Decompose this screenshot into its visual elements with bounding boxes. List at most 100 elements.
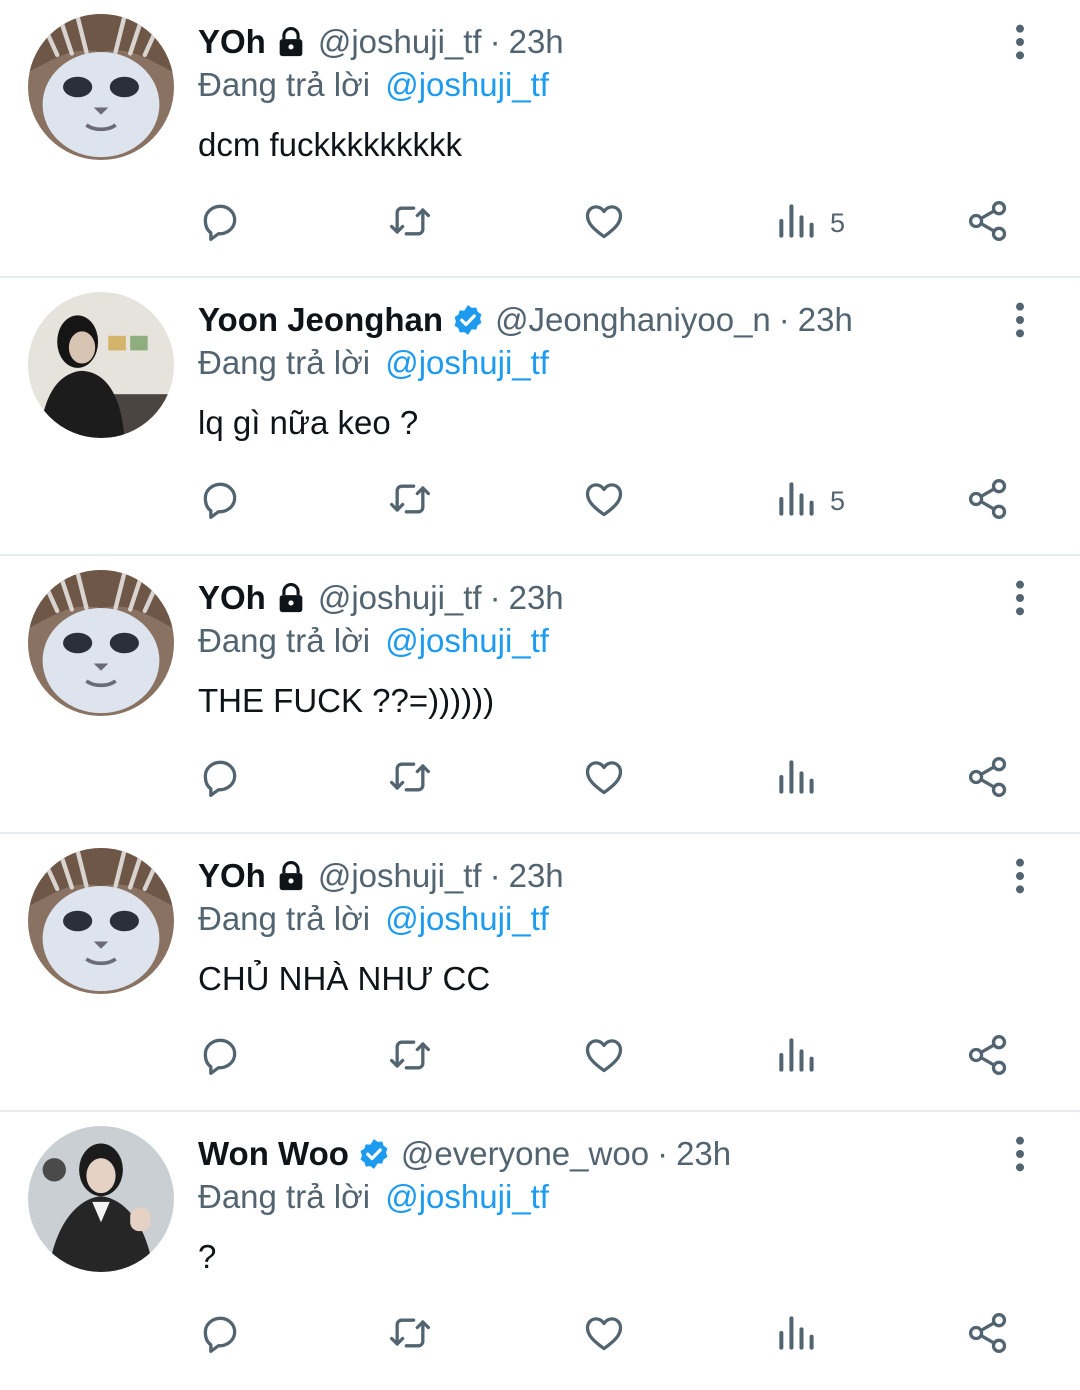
heart-icon	[582, 755, 626, 804]
views-button[interactable]	[774, 1312, 830, 1358]
bar-chart-icon	[774, 477, 818, 526]
user-handle[interactable]: @joshuji_tf	[318, 23, 482, 61]
views-button[interactable]	[774, 756, 830, 802]
user-handle[interactable]: @everyone_woo	[401, 1135, 649, 1173]
more-options-icon[interactable]	[1000, 300, 1040, 340]
heart-icon	[582, 1311, 626, 1360]
user-handle[interactable]: @joshuji_tf	[318, 579, 482, 617]
avatar[interactable]	[28, 14, 174, 160]
lock-icon	[274, 581, 308, 615]
tweet[interactable]: YOh @joshuji_tf · 23h Đang trả lời @josh…	[0, 556, 1080, 834]
tweet[interactable]: Won Woo @everyone_woo · 23h Đang trả lời…	[0, 1112, 1080, 1390]
timestamp[interactable]: 23h	[798, 301, 853, 339]
replying-to-label: Đang trả lời	[198, 1178, 371, 1215]
replying-to-handle[interactable]: @joshuji_tf	[385, 344, 549, 381]
reply-button[interactable]	[198, 1312, 242, 1358]
view-count: 5	[830, 485, 846, 516]
replying-to-handle[interactable]: @joshuji_tf	[385, 622, 549, 659]
action-bar: 5	[0, 458, 1080, 544]
timestamp[interactable]: 23h	[676, 1135, 731, 1173]
more-options-icon[interactable]	[1000, 856, 1040, 896]
share-button[interactable]	[966, 756, 1010, 802]
replying-to-handle[interactable]: @joshuji_tf	[385, 900, 549, 937]
views-button[interactable]: 5	[774, 478, 845, 524]
retweet-button[interactable]	[388, 200, 432, 246]
verified-icon	[357, 1137, 391, 1171]
separator: ·	[778, 301, 790, 338]
reply-icon	[198, 1033, 242, 1082]
retweet-icon	[388, 1311, 432, 1360]
timestamp[interactable]: 23h	[509, 579, 564, 617]
action-bar	[0, 1292, 1080, 1378]
reply-button[interactable]	[198, 200, 242, 246]
tweet[interactable]: YOh @joshuji_tf · 23h Đang trả lời @josh…	[0, 0, 1080, 278]
retweet-button[interactable]	[388, 756, 432, 802]
avatar[interactable]	[28, 1126, 174, 1272]
replying-to-label: Đang trả lời	[198, 622, 371, 659]
avatar[interactable]	[28, 848, 174, 994]
view-count: 5	[830, 207, 846, 238]
reply-icon	[198, 755, 242, 804]
display-name[interactable]: YOh	[198, 857, 266, 895]
replying-to: Đang trả lời @joshuji_tf	[198, 622, 549, 660]
display-name[interactable]: YOh	[198, 579, 266, 617]
tweet[interactable]: YOh @joshuji_tf · 23h Đang trả lời @josh…	[0, 834, 1080, 1112]
replying-to: Đang trả lời @joshuji_tf	[198, 344, 549, 382]
share-icon	[966, 477, 1010, 526]
display-name[interactable]: Won Woo	[198, 1135, 349, 1173]
tweet[interactable]: Yoon Jeonghan @Jeonghaniyoo_n · 23h Đang…	[0, 278, 1080, 556]
user-handle[interactable]: @joshuji_tf	[318, 857, 482, 895]
share-icon	[966, 199, 1010, 248]
replying-to-handle[interactable]: @joshuji_tf	[385, 1178, 549, 1215]
timestamp[interactable]: 23h	[509, 857, 564, 895]
share-icon	[966, 1033, 1010, 1082]
like-button[interactable]	[582, 478, 626, 524]
replying-to-handle[interactable]: @joshuji_tf	[385, 66, 549, 103]
display-name[interactable]: Yoon Jeonghan	[198, 301, 443, 339]
user-handle[interactable]: @Jeonghaniyoo_n	[495, 301, 771, 339]
display-name[interactable]: YOh	[198, 23, 266, 61]
tweet-header: Yoon Jeonghan @Jeonghaniyoo_n · 23h	[198, 298, 970, 342]
avatar[interactable]	[28, 570, 174, 716]
retweet-icon	[388, 477, 432, 526]
retweet-icon	[388, 1033, 432, 1082]
reply-button[interactable]	[198, 478, 242, 524]
action-bar	[0, 1014, 1080, 1100]
more-options-icon[interactable]	[1000, 1134, 1040, 1174]
like-button[interactable]	[582, 1034, 626, 1080]
heart-icon	[582, 1033, 626, 1082]
reply-button[interactable]	[198, 1034, 242, 1080]
heart-icon	[582, 199, 626, 248]
separator: ·	[489, 857, 501, 894]
action-bar: 5	[0, 180, 1080, 266]
avatar[interactable]	[28, 292, 174, 438]
tweet-header: YOh @joshuji_tf · 23h	[198, 576, 970, 620]
retweet-button[interactable]	[388, 478, 432, 524]
reply-button[interactable]	[198, 756, 242, 802]
timestamp[interactable]: 23h	[509, 23, 564, 61]
like-button[interactable]	[582, 200, 626, 246]
share-button[interactable]	[966, 478, 1010, 524]
more-options-icon[interactable]	[1000, 22, 1040, 62]
views-button[interactable]	[774, 1034, 830, 1080]
like-button[interactable]	[582, 1312, 626, 1358]
tweet-text: lq gì nữa keo ?	[198, 404, 419, 441]
retweet-button[interactable]	[388, 1312, 432, 1358]
retweet-button[interactable]	[388, 1034, 432, 1080]
like-button[interactable]	[582, 756, 626, 802]
tweet-text: CHỦ NHÀ NHƯ CC	[198, 960, 491, 997]
tweet-text: THE FUCK ??=))))))	[198, 682, 495, 719]
share-button[interactable]	[966, 1312, 1010, 1358]
heart-icon	[582, 477, 626, 526]
share-icon	[966, 755, 1010, 804]
tweet-header: Won Woo @everyone_woo · 23h	[198, 1132, 970, 1176]
views-button[interactable]: 5	[774, 200, 845, 246]
share-button[interactable]	[966, 1034, 1010, 1080]
more-options-icon[interactable]	[1000, 578, 1040, 618]
replying-to: Đang trả lời @joshuji_tf	[198, 66, 549, 104]
share-button[interactable]	[966, 200, 1010, 246]
tweet-header: YOh @joshuji_tf · 23h	[198, 854, 970, 898]
share-icon	[966, 1311, 1010, 1360]
separator: ·	[657, 1135, 669, 1172]
reply-icon	[198, 199, 242, 248]
